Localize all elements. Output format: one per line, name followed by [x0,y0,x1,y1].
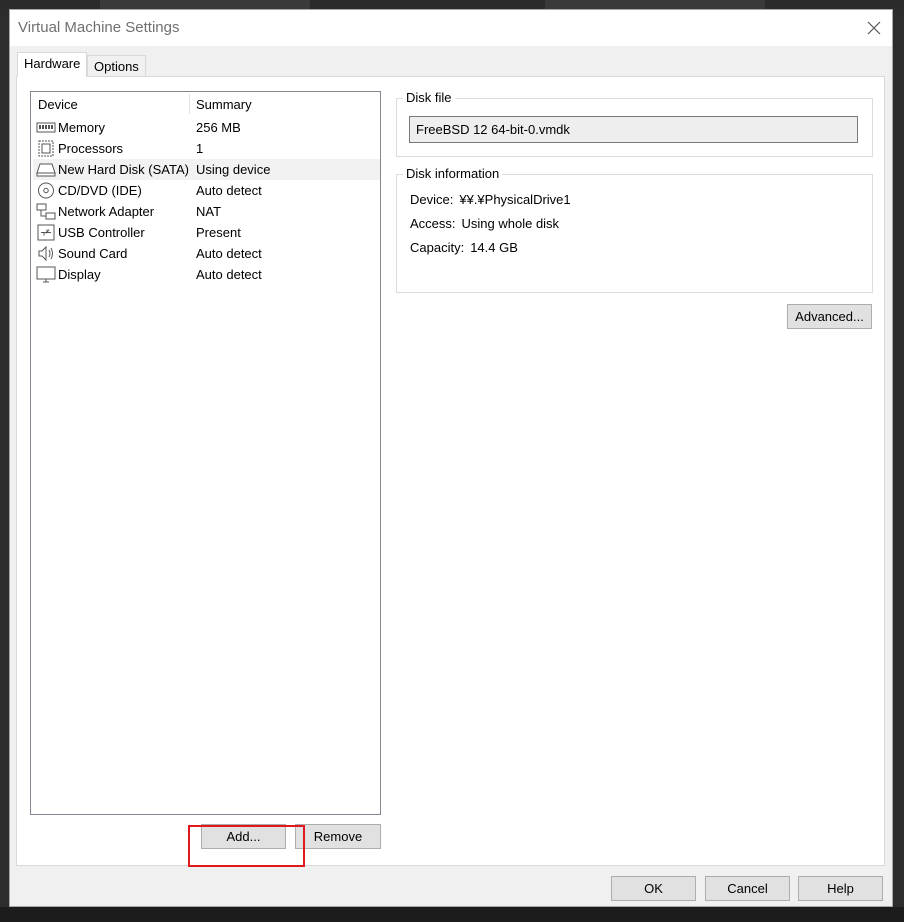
device-row-memory[interactable]: Memory 256 MB [33,117,380,138]
tab-hardware[interactable]: Hardware [17,52,88,77]
disk-file-field[interactable]: FreeBSD 12 64-bit-0.vmdk [409,116,858,143]
close-button[interactable] [860,14,888,42]
background-window-right [893,9,904,922]
disk-file-group: Disk file FreeBSD 12 64-bit-0.vmdk [396,90,873,157]
device-summary: Auto detect [196,183,262,198]
dialog-title: Virtual Machine Settings [18,19,180,36]
memory-icon [36,119,56,136]
tab-label: Hardware [24,56,81,71]
close-icon [867,21,881,35]
background-window-left [0,9,9,922]
device-row-usb-controller[interactable]: USB Controller Present [33,222,380,243]
disk-access-line: Access: Using whole disk [410,216,559,231]
device-name: New Hard Disk (SATA) [58,162,189,177]
background-window-bottom [0,907,904,922]
sound-icon [36,245,56,262]
display-icon [36,266,56,283]
column-divider[interactable] [189,94,190,114]
device-summary: Auto detect [196,267,262,282]
disk-capacity-line: Capacity: 14.4 GB [410,240,518,255]
device-name: Sound Card [58,246,128,261]
help-button[interactable]: Help [798,876,883,901]
device-summary: 256 MB [196,120,241,135]
add-button-highlight [188,825,305,867]
device-row-display[interactable]: Display Auto detect [33,264,380,285]
device-name: Processors [58,141,124,156]
group-label: Disk information [403,166,503,181]
device-summary: Present [196,225,241,240]
device-summary: 1 [196,141,204,156]
list-header: Device Summary [31,92,380,116]
capacity-value: 14.4 GB [470,240,518,255]
column-header-device[interactable]: Device [38,97,78,112]
virtual-machine-settings-dialog: Virtual Machine Settings Hardware Option… [9,9,893,907]
access-label: Access: [410,216,456,231]
device-list[interactable]: Device Summary Memory 256 MB Processors … [30,91,381,815]
device-value: ¥¥.¥PhysicalDrive1 [459,192,571,207]
device-name: Display [58,267,101,282]
access-value: Using whole disk [461,216,560,231]
column-header-summary[interactable]: Summary [196,97,252,112]
cd-dvd-icon [36,182,56,199]
device-label: Device: [410,192,454,207]
device-row-hard-disk[interactable]: New Hard Disk (SATA) Using device [33,159,380,180]
background-tab [545,0,765,9]
tab-options[interactable]: Options [87,55,146,77]
processor-icon [36,140,56,157]
advanced-button[interactable]: Advanced... [787,304,872,329]
device-name: CD/DVD (IDE) [58,183,142,198]
ok-button[interactable]: OK [611,876,696,901]
group-label: Disk file [403,90,455,105]
hardware-tab-panel: Device Summary Memory 256 MB Processors … [16,76,885,867]
device-row-sound-card[interactable]: Sound Card Auto detect [33,243,380,264]
background-tab [100,0,310,9]
cancel-button[interactable]: Cancel [705,876,790,901]
device-row-cd-dvd[interactable]: CD/DVD (IDE) Auto detect [33,180,380,201]
device-row-processors[interactable]: Processors 1 [33,138,380,159]
title-bar: Virtual Machine Settings [10,10,892,46]
usb-icon [36,224,56,241]
tab-label: Options [94,59,139,74]
hard-disk-icon [36,161,56,178]
device-summary: Using device [196,162,271,177]
disk-device-line: Device: ¥¥.¥PhysicalDrive1 [410,192,571,207]
device-summary: Auto detect [196,246,262,261]
network-adapter-icon [36,203,56,220]
device-name: Network Adapter [58,204,155,219]
device-row-network-adapter[interactable]: Network Adapter NAT [33,201,380,222]
disk-information-group: Disk information Device: ¥¥.¥PhysicalDriv… [396,166,873,293]
device-name: USB Controller [58,225,145,240]
device-name: Memory [58,120,105,135]
device-summary: NAT [196,204,222,219]
remove-button[interactable]: Remove [295,824,381,849]
capacity-label: Capacity: [410,240,465,255]
